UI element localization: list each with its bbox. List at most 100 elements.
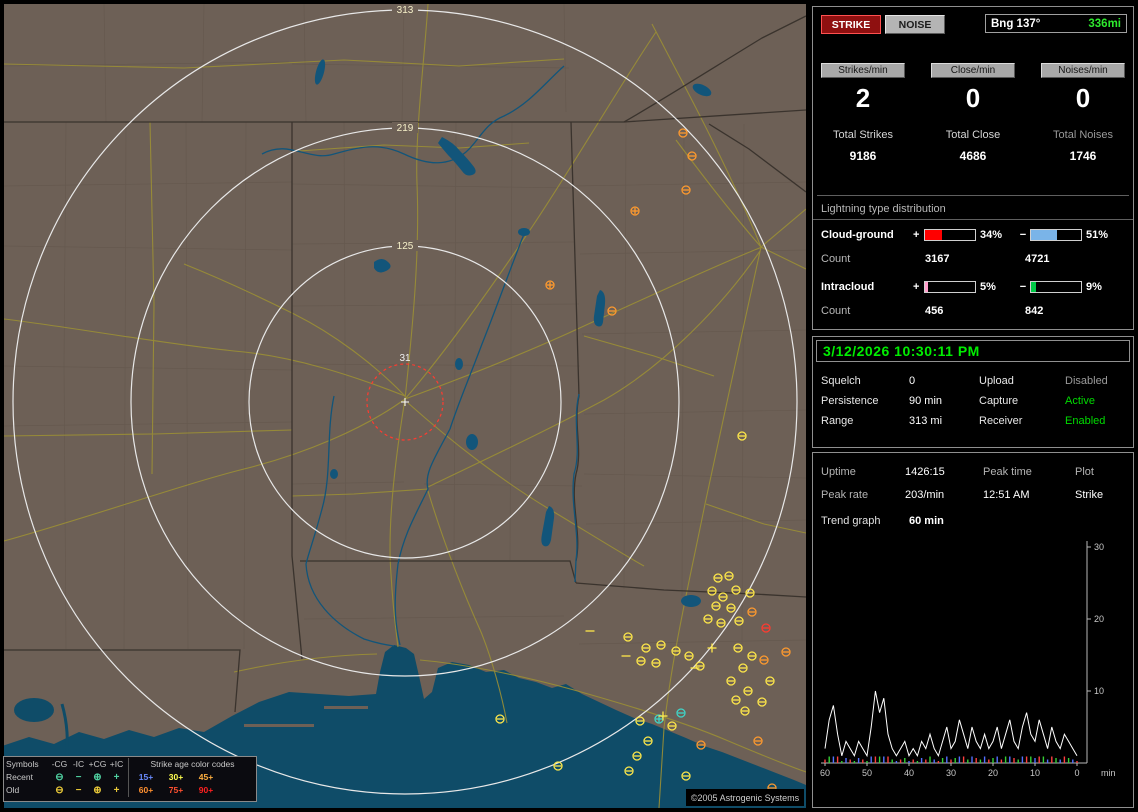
ic-plus-recent-icon: + [113,772,120,783]
cloud-ground-row: Cloud-ground + 34% − 51% [821,229,1129,241]
peak-time-label: Peak time [983,466,1032,478]
bearing-readout: Bng 137° 336mi [985,14,1127,33]
age-60: 60+ [138,785,154,795]
ic-minus-recent-icon: − [75,772,82,783]
cg-plus-sign: + [913,229,920,241]
upload-status: Disabled [1065,375,1108,387]
ic-plus-old-icon: + [113,785,120,796]
age-15: 15+ [138,772,154,782]
svg-text:30: 30 [946,768,956,778]
svg-text:50: 50 [862,768,872,778]
svg-text:0: 0 [1074,768,1079,778]
ic-minus-pct: 9% [1086,281,1102,293]
cg-minus-count: 4721 [1025,253,1050,265]
ic-plus-sign: + [913,281,920,293]
cg-plus-recent-icon: ⊕ [93,772,102,783]
bearing-label: Bng 137° [991,17,1041,30]
legend-symbols-header: Symbols [6,759,39,769]
side-panel: STRIKE NOISE Bng 137° 336mi Strikes/min … [810,0,1138,812]
cg-minus-pct: 51% [1086,229,1109,241]
range-label: Range [821,415,854,427]
ic-plus-bar [924,281,976,293]
upload-label: Upload [979,375,1014,387]
peak-rate-value: 203/min [905,489,945,501]
plot-mode-value: Strike [1075,489,1104,501]
cg-minus-recent-icon: ⊖ [55,772,64,783]
svg-text:10: 10 [1030,768,1040,778]
legend-col-ic-plus: +IC [109,759,124,769]
noises-per-min-label: Noises/min [1041,63,1125,78]
total-strikes-value: 9186 [849,149,877,163]
settings-row-range: Range 313 mi Receiver Enabled [821,411,1129,431]
trend-groupbox: Uptime 1426:15 Peak time Plot Peak rate … [812,452,1134,808]
ic-plus-bar-fill [925,282,928,292]
ic-minus-bar [1030,281,1082,293]
trend-graph: 10 20 30 60 50 40 30 20 10 0 min [820,541,1116,778]
ic-minus-old-icon: − [75,785,82,796]
section-divider [817,195,1129,196]
intracloud-label: Intracloud [821,281,875,293]
svg-text:219: 219 [397,123,414,134]
ic-minus-sign: − [1019,281,1027,293]
stats-row-1: Uptime 1426:15 Peak time Plot [821,461,1129,483]
peak-rate-label: Peak rate [821,489,869,501]
age-30: 30+ [168,772,184,782]
cg-plus-count: 3167 [925,253,950,265]
cloud-ground-count-row: Count 3167 4721 [821,253,1125,265]
svg-text:10: 10 [1094,686,1104,696]
ic-plus-count: 456 [925,305,944,317]
map-svg: 313 219 125 31 [4,4,806,808]
range-value: 313 mi [909,415,943,427]
peak-time-value: 12:51 AM [983,489,1030,501]
timestamp-box: 3/12/2026 10:30:11 PM [816,340,1130,362]
lightning-map[interactable]: 313 219 125 31 [4,4,806,808]
legend-recent-row: Recent ⊖ − ⊕ + 15+ 30+ 45+ [6,771,254,784]
total-close-label: Total Close [945,129,1001,141]
noise-mode-button[interactable]: NOISE [885,15,945,34]
total-noises-value: 1746 [1069,149,1097,163]
legend-old-label: Old [6,785,20,795]
trend-graph-label: Trend graph [821,515,881,527]
close-per-min-label: Close/min [931,63,1015,78]
svg-text:30: 30 [1094,542,1104,552]
stats-row-2: Peak rate 203/min 12:51 AM Strike [821,484,1129,506]
svg-text:125: 125 [397,241,414,252]
ic-minus-count: 842 [1025,305,1044,317]
bearing-range: 336mi [1088,17,1121,30]
close-per-min-value: 0 [965,83,981,113]
cg-plus-old-icon: ⊕ [93,785,102,796]
persistence-value: 90 min [909,395,943,407]
ic-plus-pct: 5% [980,281,996,293]
capture-status: Active [1065,395,1095,407]
cg-minus-sign: − [1019,229,1027,241]
trend-graph-window: 60 min [909,515,944,527]
cg-minus-bar [1030,229,1082,241]
strikes-per-min-label: Strikes/min [821,63,905,78]
settings-row-squelch: Squelch 0 Upload Disabled [821,371,1129,391]
counters-groupbox: STRIKE NOISE Bng 137° 336mi Strikes/min … [812,6,1134,330]
timestamp: 3/12/2026 10:30:11 PM [823,343,980,359]
strike-mode-button[interactable]: STRIKE [821,15,881,34]
svg-text:20: 20 [988,768,998,778]
legend-recent-label: Recent [6,772,33,782]
receiver-label: Receiver [979,415,1023,427]
cg-plus-pct: 34% [980,229,1003,241]
squelch-value: 0 [909,375,916,387]
total-close-value: 4686 [959,149,987,163]
cloud-ground-label: Cloud-ground [821,229,894,241]
settings-row-persistence: Persistence 90 min Capture Active [821,391,1129,411]
cg-minus-old-icon: ⊖ [55,785,64,796]
svg-text:min: min [1101,768,1116,778]
trend-graph-row: Trend graph 60 min [821,515,944,527]
uptime-value: 1426:15 [905,466,945,478]
copyright-credit: ©2005 Astrogenic Systems [686,789,804,806]
settings-groupbox: 3/12/2026 10:30:11 PM Squelch 0 Upload D… [812,336,1134,448]
svg-text:31: 31 [399,353,411,364]
noises-per-min-value: 0 [1075,83,1091,113]
stormvue-window: 313 219 125 31 Symbols -CG -IC +CG +IC Stri… [0,0,1138,812]
capture-label: Capture [979,395,1019,407]
total-strikes-label: Total Strikes [833,129,893,141]
svg-text:20: 20 [1094,614,1104,624]
total-noises-label: Total Noises [1053,129,1113,141]
svg-text:40: 40 [904,768,914,778]
